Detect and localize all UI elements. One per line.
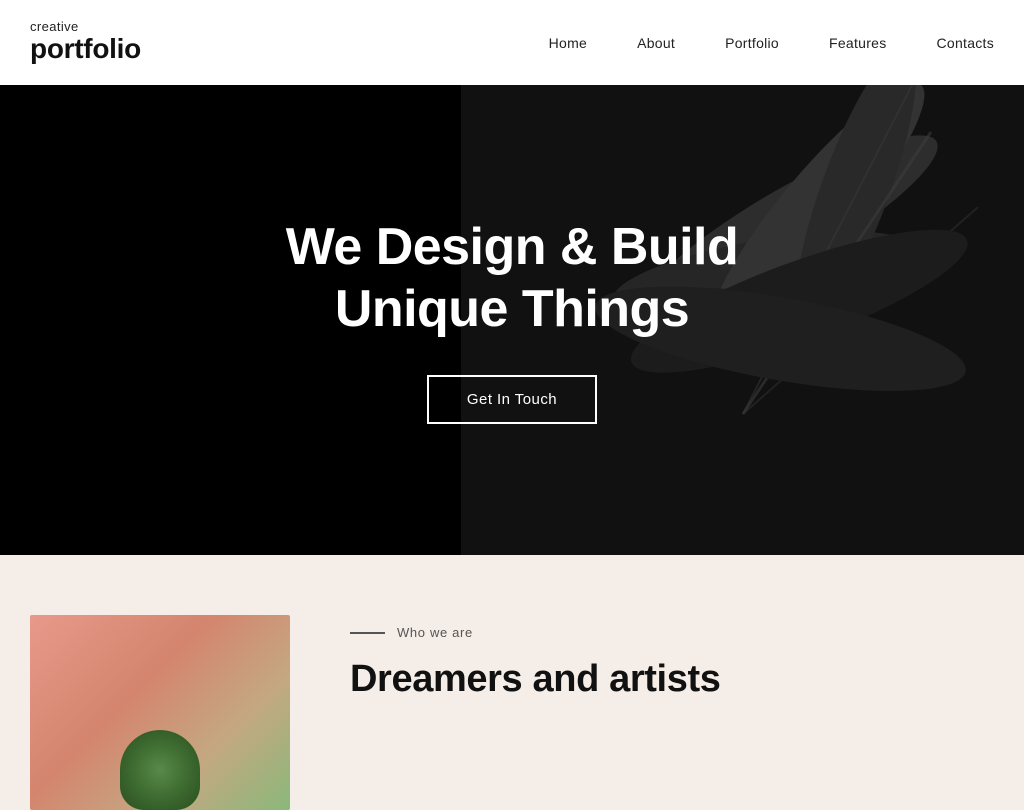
nav-features[interactable]: Features xyxy=(829,35,887,51)
logo-large: portfolio xyxy=(30,34,141,65)
hero-title-line2: Unique Things xyxy=(335,280,689,338)
nav-home[interactable]: Home xyxy=(549,35,587,51)
about-image-plant xyxy=(120,730,200,810)
about-image xyxy=(30,615,290,810)
main-nav: Home About Portfolio Features Contacts xyxy=(549,35,994,51)
about-text: Who we are Dreamers and artists xyxy=(350,615,994,702)
get-in-touch-button[interactable]: Get In Touch xyxy=(427,375,597,424)
about-label-line xyxy=(350,632,385,634)
nav-portfolio[interactable]: Portfolio xyxy=(725,35,779,51)
hero-title: We Design & Build Unique Things xyxy=(286,216,738,341)
hero-title-line1: We Design & Build xyxy=(286,218,738,276)
about-heading: Dreamers and artists xyxy=(350,658,994,702)
hero-content: We Design & Build Unique Things Get In T… xyxy=(286,216,738,425)
nav-about[interactable]: About xyxy=(637,35,675,51)
about-section: Who we are Dreamers and artists xyxy=(0,555,1024,810)
hero-section: We Design & Build Unique Things Get In T… xyxy=(0,85,1024,555)
nav-contacts[interactable]: Contacts xyxy=(937,35,995,51)
header: creative portfolio Home About Portfolio … xyxy=(0,0,1024,85)
logo-small: creative xyxy=(30,20,141,34)
about-label-text: Who we are xyxy=(397,625,473,640)
about-label: Who we are xyxy=(350,625,994,640)
logo[interactable]: creative portfolio xyxy=(30,20,141,65)
